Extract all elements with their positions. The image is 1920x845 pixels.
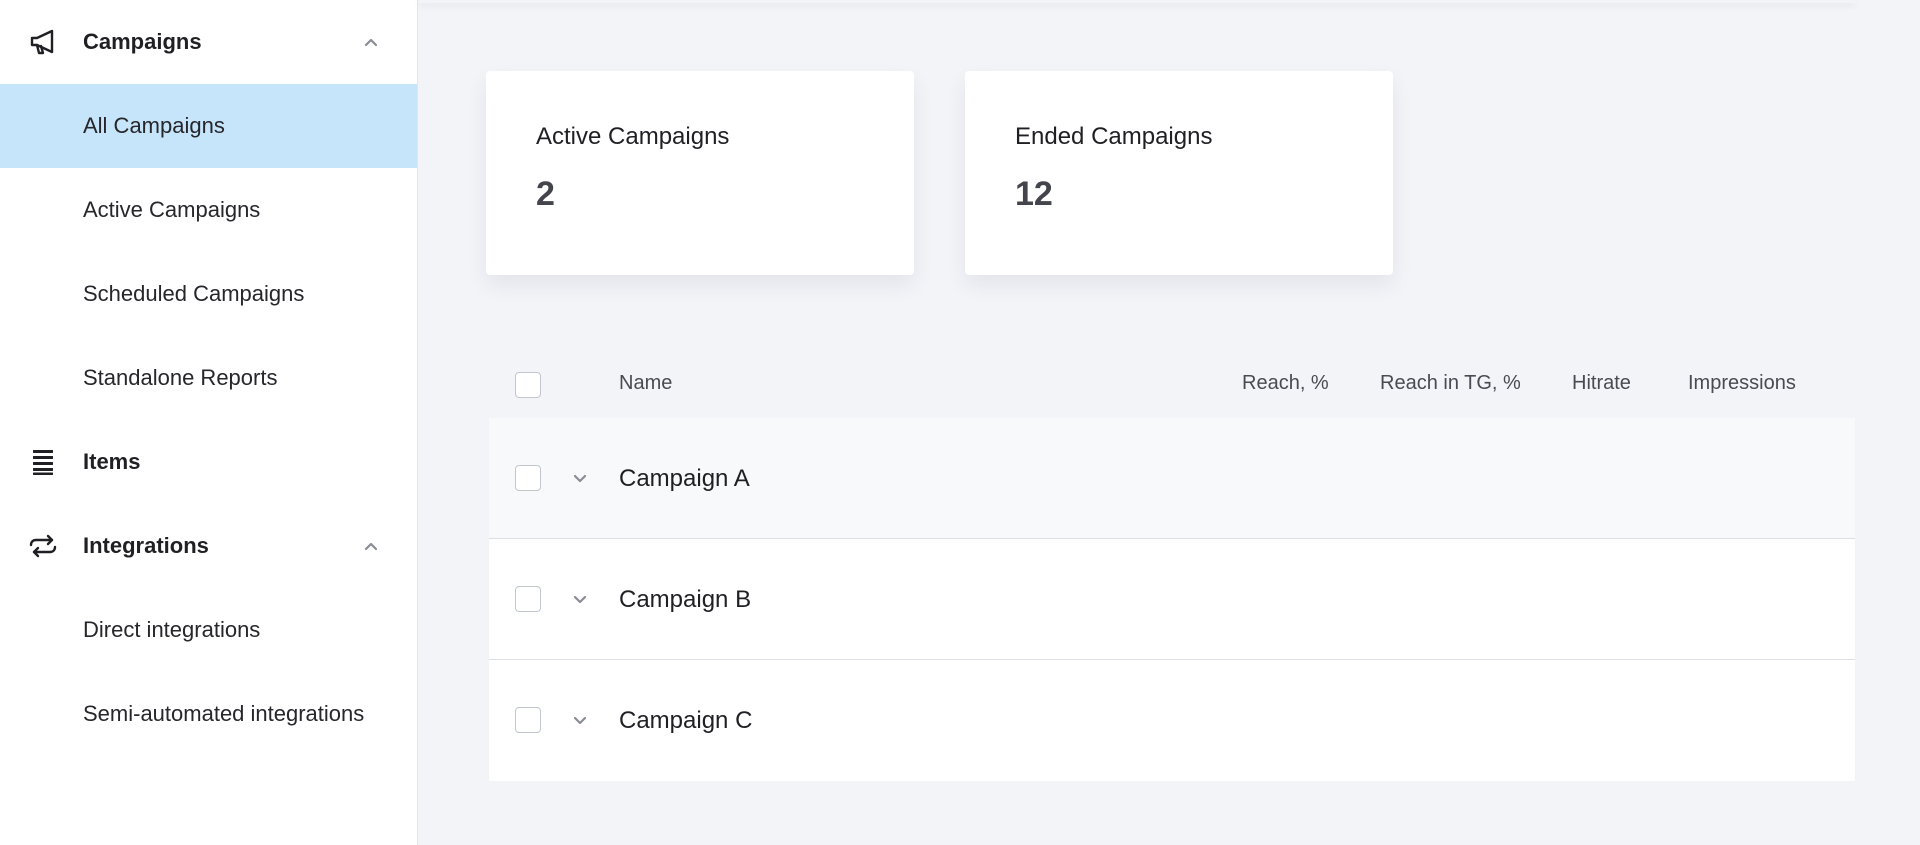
sidebar-item-semi-automated-integrations[interactable]: Semi-automated integrations [0,672,417,756]
table-row[interactable]: Campaign A [489,418,1855,539]
campaigns-table: Name Reach, % Reach in TG, % Hitrate Imp… [489,348,1855,781]
row-checkbox[interactable] [515,707,541,733]
stat-card-label: Active Campaigns [536,123,730,150]
chevron-up-icon[interactable] [363,538,379,554]
row-name: Campaign B [619,585,752,613]
stat-card-value: 12 [1015,175,1053,213]
sidebar-section-integrations[interactable]: Integrations [0,504,417,588]
megaphone-icon [28,27,58,57]
stat-card-ended-campaigns: Ended Campaigns 12 [965,71,1393,275]
sidebar-item-direct-integrations[interactable]: Direct integrations [0,588,417,672]
chevron-down-icon[interactable] [571,712,589,730]
sidebar-item-all-campaigns[interactable]: All Campaigns [0,84,417,168]
select-all-checkbox[interactable] [515,372,541,398]
table-row[interactable]: Campaign C [489,660,1855,781]
sidebar-section-items[interactable]: Items [0,420,417,504]
chevron-up-icon[interactable] [363,34,379,50]
stat-card-value: 2 [536,175,555,213]
sidebar-item-scheduled-campaigns[interactable]: Scheduled Campaigns [0,252,417,336]
column-header-reach-in-tg[interactable]: Reach in TG, % [1380,348,1521,418]
table-row[interactable]: Campaign B [489,539,1855,660]
row-checkbox[interactable] [515,586,541,612]
column-header-reach[interactable]: Reach, % [1242,348,1329,418]
row-checkbox[interactable] [515,465,541,491]
sidebar-section-label: Campaigns [83,29,202,54]
column-header-impressions[interactable]: Impressions [1688,348,1796,418]
sidebar-item-standalone-reports[interactable]: Standalone Reports [0,336,417,420]
stat-card-active-campaigns: Active Campaigns 2 [486,71,914,275]
list-icon [28,447,58,477]
repeat-arrows-icon [28,531,58,561]
column-header-name[interactable]: Name [619,348,672,418]
row-name: Campaign C [619,706,753,734]
chevron-down-icon[interactable] [571,591,589,609]
stat-card-label: Ended Campaigns [1015,123,1213,150]
sidebar-section-campaigns[interactable]: Campaigns [0,0,417,84]
column-header-hitrate[interactable]: Hitrate [1572,348,1631,418]
sidebar-section-label: Integrations [83,533,209,558]
top-header-bar [419,0,1855,3]
chevron-down-icon[interactable] [571,470,589,488]
sidebar-section-label: Items [83,449,141,474]
sidebar: Campaigns All Campaigns Active Campaigns… [0,0,418,845]
sidebar-item-active-campaigns[interactable]: Active Campaigns [0,168,417,252]
table-header: Name Reach, % Reach in TG, % Hitrate Imp… [489,348,1855,418]
row-name: Campaign A [619,464,750,492]
